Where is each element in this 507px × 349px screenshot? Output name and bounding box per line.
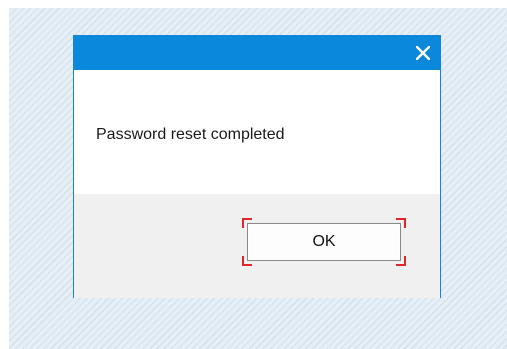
dialog-footer: OK [74, 194, 440, 298]
message-dialog: Password reset completed OK [73, 35, 441, 298]
ok-button-label: OK [247, 223, 401, 261]
close-button[interactable] [406, 36, 440, 70]
dialog-message: Password reset completed [96, 126, 285, 143]
ok-button[interactable]: OK [242, 218, 406, 266]
dialog-titlebar [74, 36, 440, 70]
